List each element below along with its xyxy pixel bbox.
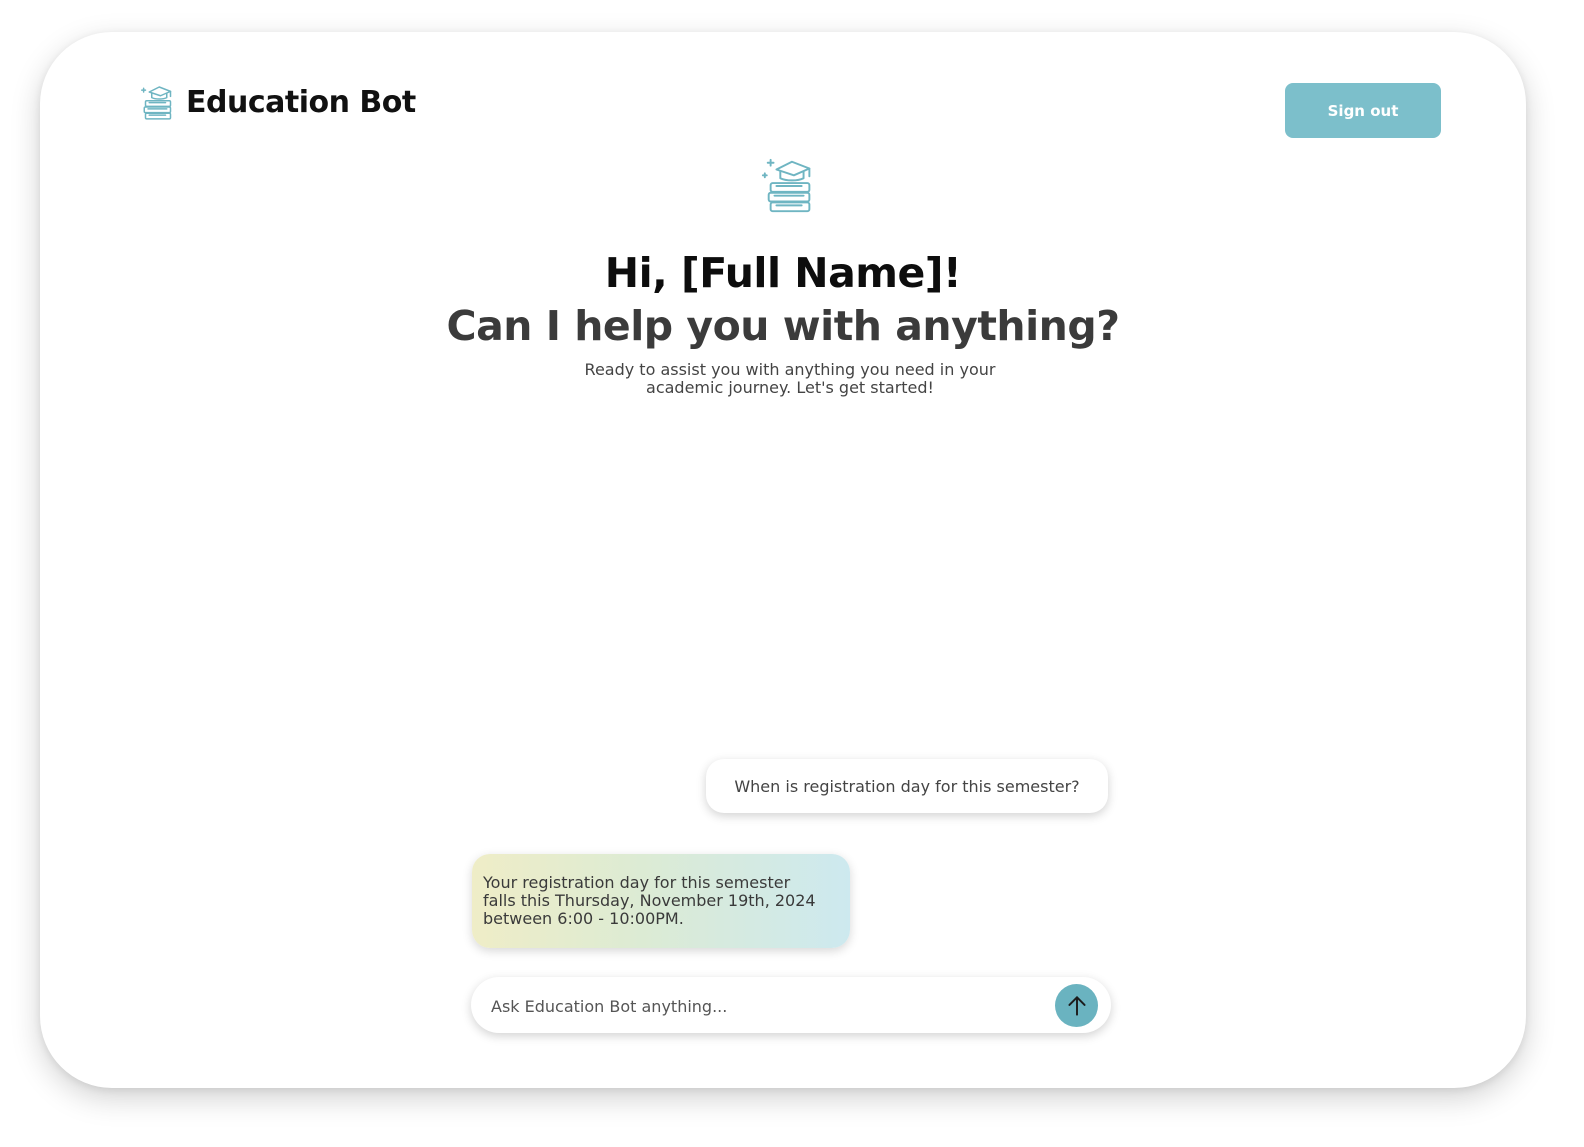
subtitle-line: Ready to assist you with anything you ne… xyxy=(584,360,996,379)
bot-message-bubble: Your registration day for this semester … xyxy=(472,854,850,948)
graduation-cap-books-icon xyxy=(141,86,172,120)
message-composer xyxy=(471,977,1111,1035)
chat-input[interactable] xyxy=(489,977,1053,1035)
arrow-up-icon xyxy=(1067,995,1086,1016)
bot-message-line: between 6:00 - 10:00PM. xyxy=(483,909,684,928)
welcome-subtitle: Ready to assist you with anything you ne… xyxy=(540,361,1040,397)
send-button[interactable] xyxy=(1055,984,1098,1027)
subtitle-line: academic journey. Let's get started! xyxy=(646,378,934,397)
greeting-heading: Hi, [Full Name]! xyxy=(604,249,962,297)
help-question-heading: Can I help you with anything? xyxy=(446,302,1120,350)
bot-message-line: Your registration day for this semester xyxy=(483,873,791,892)
bot-message-line: falls this Thursday, November 19th, 2024 xyxy=(483,891,816,910)
app-name: Education Bot xyxy=(186,84,416,120)
graduation-cap-books-icon xyxy=(761,158,811,213)
user-message-bubble: When is registration day for this semest… xyxy=(706,759,1108,813)
app-window: Education Bot Sign out Hi, [Full Name]! … xyxy=(40,32,1526,1088)
sign-out-button[interactable]: Sign out xyxy=(1285,83,1441,138)
brand[interactable]: Education Bot xyxy=(138,82,416,122)
user-message-text: When is registration day for this semest… xyxy=(734,776,1080,796)
